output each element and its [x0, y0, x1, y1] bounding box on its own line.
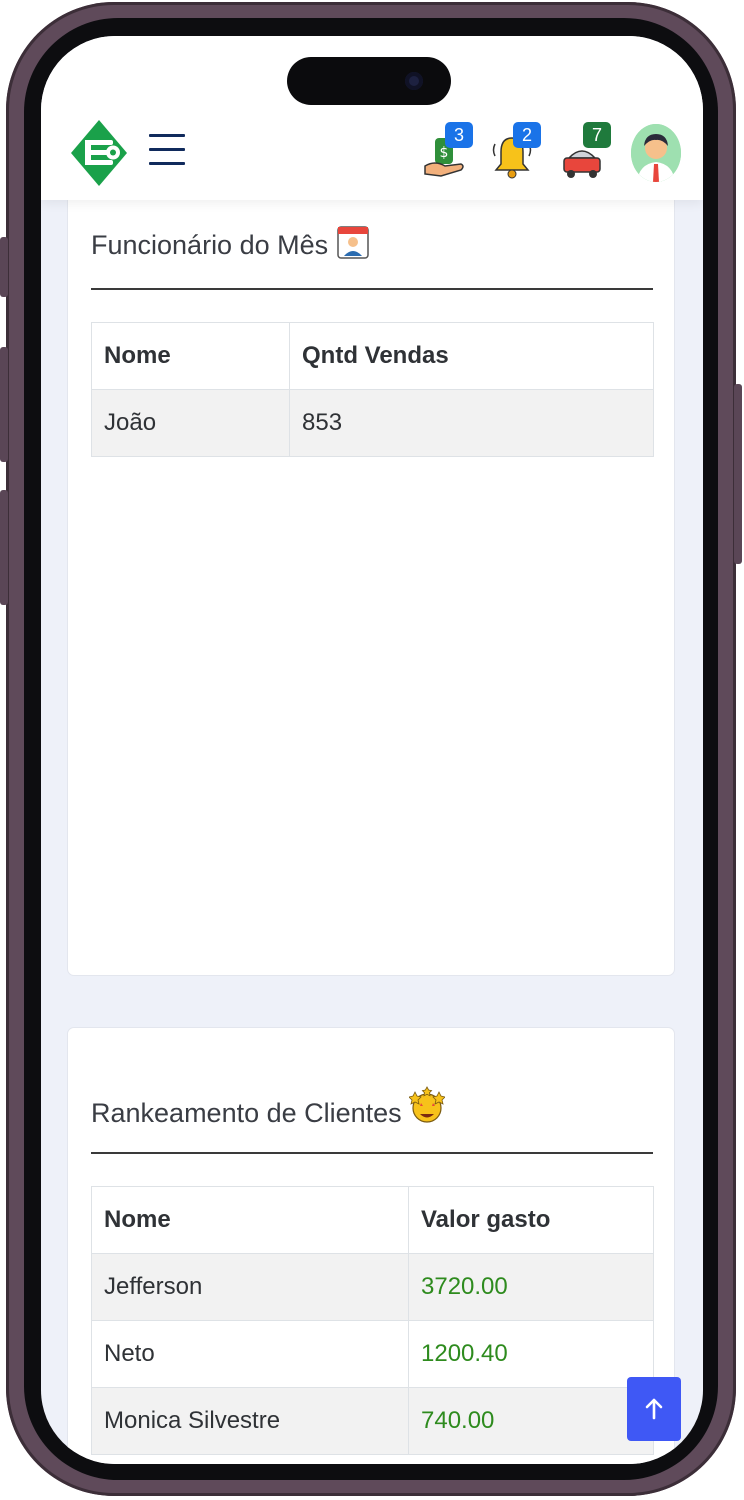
client-ranking-card: Rankeamento de Clientes Nome Valor gasto	[67, 1027, 675, 1464]
clients-card-title: Rankeamento de Clientes	[91, 1086, 446, 1129]
client-value-cell: 3720.00	[408, 1253, 654, 1321]
employee-card-divider	[91, 288, 653, 290]
column-header-nome: Nome	[91, 1186, 409, 1254]
table-row: João 853	[91, 389, 654, 457]
camera-icon	[405, 72, 423, 90]
phone-power-button	[734, 384, 742, 564]
notifications-nav-button[interactable]: 2	[489, 122, 541, 182]
employee-card-title: Funcionário do Mês	[91, 222, 370, 261]
scroll-to-top-button[interactable]	[627, 1377, 681, 1441]
sales-badge: 3	[445, 122, 473, 148]
clients-card-title-text: Rankeamento de Clientes	[91, 1098, 402, 1128]
calendar-employee-icon	[336, 226, 369, 259]
table-row: Neto 1200.40	[91, 1320, 654, 1388]
clients-table: Nome Valor gasto Jefferson 3720.00 Neto …	[91, 1186, 654, 1455]
arrow-up-icon	[645, 1398, 663, 1420]
orders-badge: 7	[583, 122, 611, 148]
phone-volume-down-button	[0, 490, 8, 605]
employee-card-title-text: Funcionário do Mês	[91, 230, 329, 260]
table-row: Monica Silvestre 740.00	[91, 1387, 654, 1455]
column-header-nome: Nome	[91, 322, 290, 390]
client-name-cell: Monica Silvestre	[91, 1387, 409, 1455]
table-row: Jefferson 3720.00	[91, 1253, 654, 1321]
client-value-cell: 740.00	[408, 1387, 654, 1455]
menu-icon[interactable]	[149, 134, 185, 172]
sales-nav-button[interactable]: $ 3	[421, 122, 473, 182]
phone-action-button	[0, 237, 8, 297]
notifications-badge: 2	[513, 122, 541, 148]
employee-of-month-card: Funcionário do Mês Nome Qntd Vendas João…	[67, 136, 675, 976]
table-header-row: Nome Valor gasto	[91, 1186, 654, 1254]
clients-card-divider	[91, 1152, 653, 1154]
dynamic-island	[287, 57, 451, 105]
column-header-valor-gasto: Valor gasto	[408, 1186, 654, 1254]
client-name-cell: Neto	[91, 1320, 409, 1388]
user-avatar-icon[interactable]	[631, 124, 681, 182]
employee-sales-cell: 853	[289, 389, 654, 457]
orders-nav-button[interactable]: 7	[559, 122, 611, 182]
star-struck-icon	[408, 1086, 446, 1123]
employee-table: Nome Qntd Vendas João 853	[91, 322, 654, 457]
column-header-qntd-vendas: Qntd Vendas	[289, 322, 654, 390]
screen: $ 3 2 7 Funcionário do Mês Nome Qntd Ven…	[41, 36, 703, 1464]
client-name-cell: Jefferson	[91, 1253, 409, 1321]
table-header-row: Nome Qntd Vendas	[91, 322, 654, 390]
logo-icon[interactable]	[69, 118, 129, 188]
client-value-cell: 1200.40	[408, 1320, 654, 1388]
phone-volume-up-button	[0, 347, 8, 462]
employee-name-cell: João	[91, 389, 290, 457]
